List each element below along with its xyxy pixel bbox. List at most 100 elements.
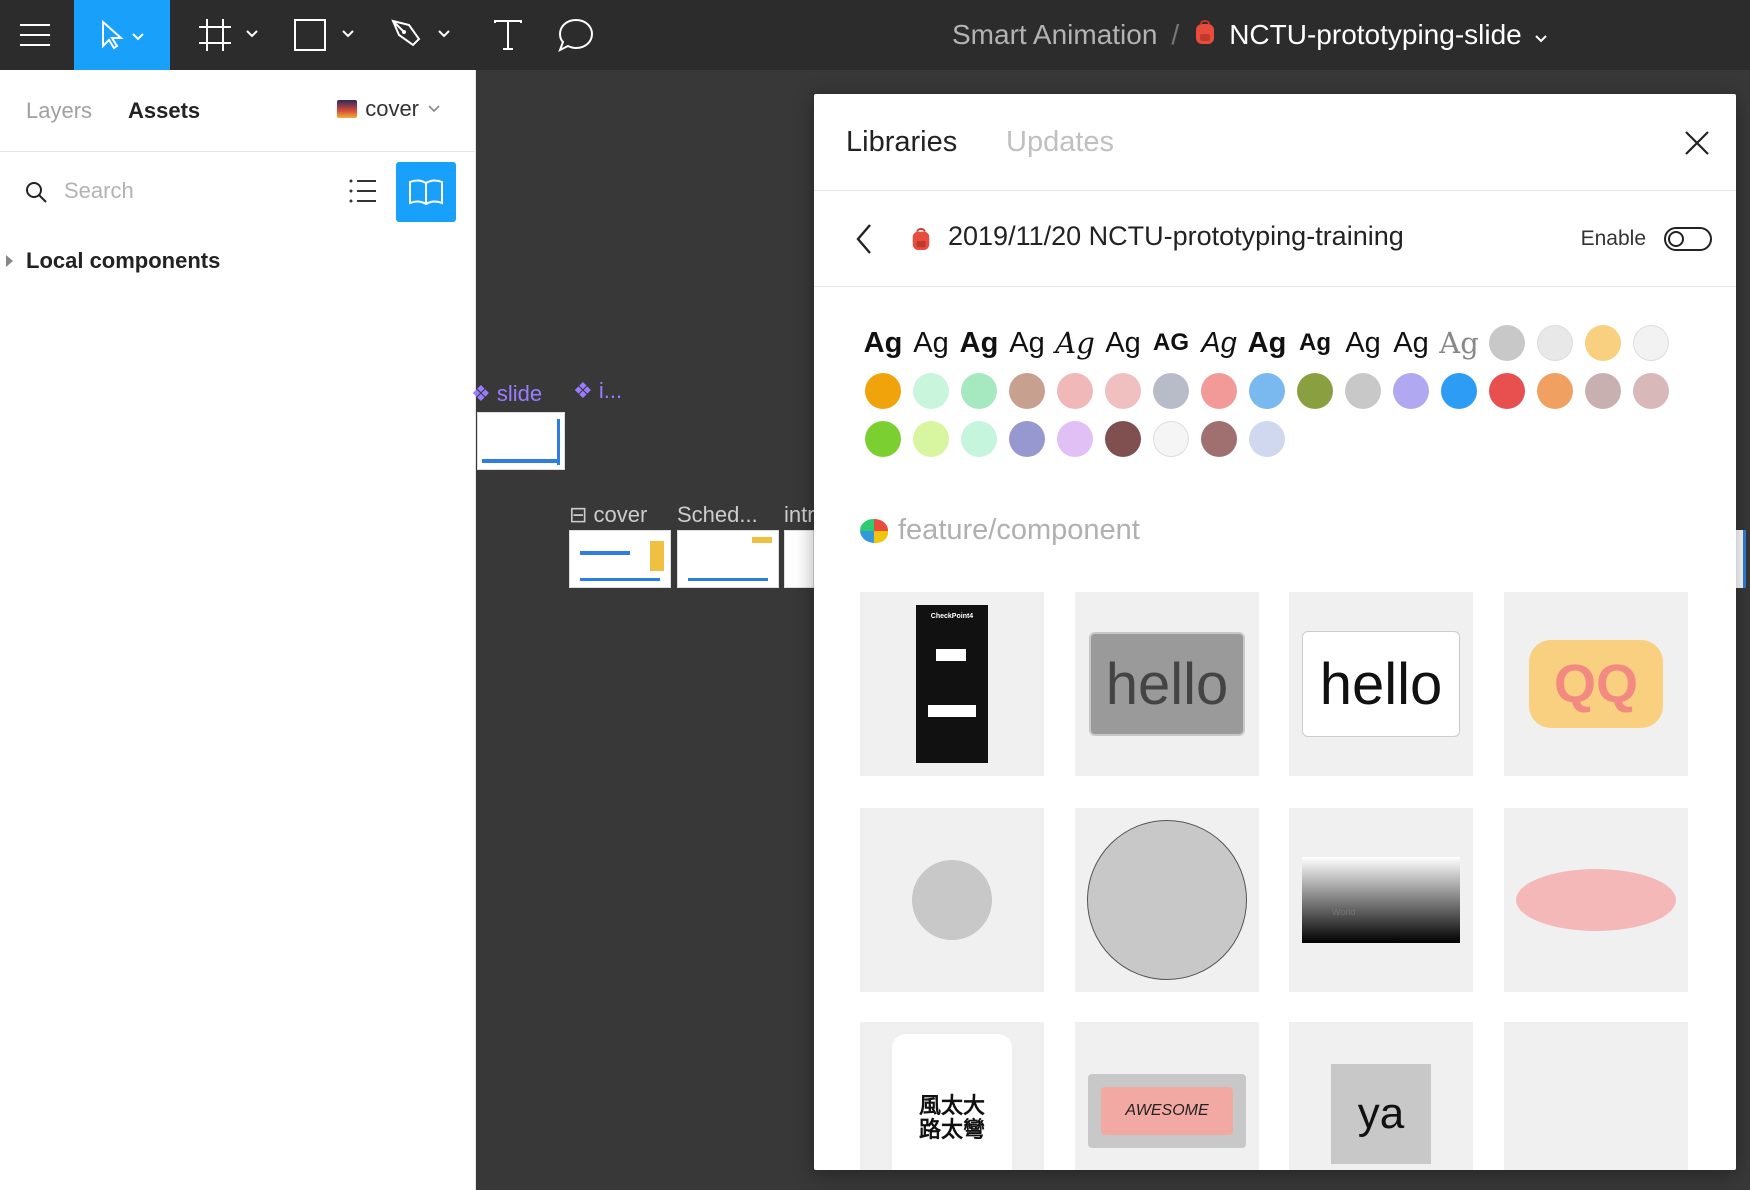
text-style[interactable]: Ag — [1152, 324, 1190, 362]
back-arrow-icon[interactable] — [854, 221, 874, 257]
tab-layers[interactable]: Layers — [26, 98, 92, 124]
schedule-frame-thumbnail[interactable] — [677, 530, 779, 588]
move-tool-button[interactable] — [74, 0, 170, 70]
component-small-circle[interactable] — [860, 808, 1044, 992]
component-awesome[interactable]: AWESOME — [1075, 1022, 1259, 1170]
frame-tool-button[interactable] — [190, 0, 270, 70]
main-menu-button[interactable] — [0, 0, 70, 70]
text-style-sample: Ag — [1247, 326, 1287, 359]
close-icon[interactable] — [1682, 128, 1712, 158]
component-name: i... — [598, 378, 623, 403]
component-qq[interactable]: QQ — [1504, 592, 1688, 776]
frame-label-cover[interactable]: ⊟ cover — [569, 502, 647, 528]
text-style[interactable]: Ag — [1392, 324, 1430, 362]
chevron-down-icon[interactable] — [1534, 19, 1548, 51]
color-style-swatch[interactable] — [1056, 420, 1094, 458]
color-style-swatch[interactable] — [1584, 324, 1622, 362]
color-style-swatch[interactable] — [960, 420, 998, 458]
component-label-slide[interactable]: ❖ slide — [471, 381, 542, 407]
color-style-swatch[interactable] — [912, 372, 950, 410]
component-large-circle[interactable] — [1075, 808, 1259, 992]
enable-toggle[interactable] — [1664, 227, 1712, 251]
color-style-swatch[interactable] — [1536, 324, 1574, 362]
color-style-swatch[interactable] — [864, 420, 902, 458]
color-style-swatch[interactable] — [1152, 372, 1190, 410]
color-style-swatch[interactable] — [1536, 372, 1574, 410]
expand-caret-icon[interactable] — [6, 255, 13, 267]
tab-updates[interactable]: Updates — [1006, 126, 1114, 159]
text-style[interactable]: Ag — [1104, 324, 1142, 362]
text-style[interactable]: Ag — [863, 324, 903, 362]
local-components-header[interactable]: Local components — [26, 248, 220, 274]
color-style-swatch[interactable] — [1008, 372, 1046, 410]
frame-icon — [199, 19, 258, 51]
asset-search-bar: Search — [0, 152, 475, 230]
color-style-swatch[interactable] — [1104, 420, 1142, 458]
search-input[interactable]: Search — [64, 178, 134, 204]
component-label-i[interactable]: ❖ i... — [573, 378, 622, 404]
color-style-swatch[interactable] — [1392, 372, 1430, 410]
swatch-circle — [1009, 421, 1045, 457]
frame-label-schedule[interactable]: Sched... — [677, 502, 758, 528]
page-selector[interactable]: cover — [337, 96, 441, 122]
project-name[interactable]: Smart Animation — [952, 19, 1157, 51]
page-selector-label: cover — [365, 96, 419, 121]
text-tool-button[interactable] — [478, 0, 538, 70]
slide-frame-thumbnail[interactable] — [477, 412, 565, 470]
comment-icon — [558, 18, 594, 53]
color-style-swatch[interactable] — [1440, 372, 1478, 410]
color-style-swatch[interactable] — [1008, 420, 1046, 458]
color-style-swatch[interactable] — [1296, 372, 1334, 410]
text-style[interactable]: Ag — [960, 324, 999, 362]
component-blank[interactable] — [1504, 1022, 1688, 1170]
color-style-swatch[interactable] — [1152, 420, 1190, 458]
awesome-frame: AWESOME — [1088, 1074, 1246, 1148]
color-style-swatch[interactable] — [1488, 324, 1526, 362]
component-hello-gray[interactable]: hello — [1075, 592, 1259, 776]
color-style-swatch[interactable] — [1104, 372, 1142, 410]
text-style[interactable]: Ag — [1008, 324, 1046, 362]
color-style-swatch[interactable] — [912, 420, 950, 458]
color-style-swatch[interactable] — [1584, 372, 1622, 410]
frame-label-intro[interactable]: intr — [784, 502, 815, 528]
component-hello-white[interactable]: hello — [1289, 592, 1473, 776]
text-style-sample: Ag — [863, 326, 903, 359]
color-style-swatch[interactable] — [1248, 420, 1286, 458]
color-style-swatch[interactable] — [1488, 372, 1526, 410]
component-ya[interactable]: ya — [1289, 1022, 1473, 1170]
tab-assets[interactable]: Assets — [128, 98, 200, 124]
text-style[interactable]: Ag — [1055, 324, 1095, 362]
text-style[interactable]: Ag — [912, 324, 950, 362]
color-style-swatch[interactable] — [1632, 372, 1670, 410]
color-style-swatch[interactable] — [1632, 324, 1670, 362]
shape-tool-button[interactable] — [286, 0, 366, 70]
text-style[interactable]: Ag — [1344, 324, 1382, 362]
color-style-swatch[interactable] — [1344, 372, 1382, 410]
color-style-swatch[interactable] — [1200, 420, 1238, 458]
team-library-button[interactable] — [396, 162, 456, 222]
text-style[interactable]: Ag — [1439, 324, 1479, 362]
swatch-circle — [1633, 373, 1669, 409]
tab-libraries[interactable]: Libraries — [846, 126, 957, 159]
file-name[interactable]: NCTU-prototyping-slide — [1229, 19, 1522, 51]
text-style[interactable]: Ag — [1200, 324, 1238, 362]
list-view-icon[interactable] — [346, 174, 380, 208]
swatch-circle — [1105, 421, 1141, 457]
color-style-swatch[interactable] — [1056, 372, 1094, 410]
component-checkpoint[interactable]: CheckPoint4 — [860, 592, 1044, 776]
component-chinese-card[interactable]: 風太大 路太彎 按 我 — [860, 1022, 1044, 1170]
backpack-icon — [912, 228, 930, 250]
swatch-circle — [1537, 373, 1573, 409]
pen-tool-button[interactable] — [382, 0, 462, 70]
cover-frame-thumbnail[interactable] — [569, 530, 671, 588]
text-style[interactable]: Ag — [1247, 324, 1287, 362]
color-style-swatch[interactable] — [960, 372, 998, 410]
color-style-swatch[interactable] — [864, 372, 902, 410]
color-style-swatch[interactable] — [1200, 372, 1238, 410]
component-gradient-rect[interactable]: World — [1289, 808, 1473, 992]
comment-tool-button[interactable] — [552, 0, 600, 70]
component-pink-ellipse[interactable] — [1504, 808, 1688, 992]
color-style-swatch[interactable] — [1248, 372, 1286, 410]
text-style[interactable]: Ag — [1296, 324, 1334, 362]
intro-frame-thumbnail[interactable] — [784, 530, 814, 588]
